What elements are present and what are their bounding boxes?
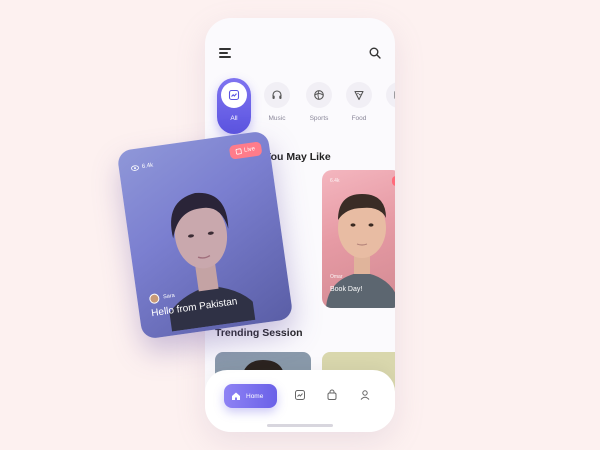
category-sports[interactable]: Sports <box>302 78 336 134</box>
search-icon[interactable] <box>369 47 381 59</box>
home-indicator <box>267 424 333 427</box>
pizza-icon <box>346 82 372 108</box>
trending-icon <box>295 390 305 400</box>
shopping-bag-icon <box>327 389 337 400</box>
menu-icon[interactable] <box>219 48 231 58</box>
avatar <box>148 293 161 305</box>
host-name: Sara <box>162 292 176 301</box>
view-count: 6.4k <box>131 163 154 172</box>
eye-icon <box>131 165 139 171</box>
headphones-icon <box>264 82 290 108</box>
home-icon <box>232 392 240 400</box>
host-name: Omar <box>330 274 343 280</box>
trending-tab[interactable] <box>293 388 307 402</box>
home-tab[interactable]: Home <box>224 384 277 408</box>
news-icon <box>386 82 395 108</box>
user-icon <box>360 390 370 400</box>
category-label: Ne <box>372 115 396 122</box>
bottom-nav: Home <box>205 370 395 432</box>
live-icon <box>236 148 243 155</box>
trending-title: Trending Session <box>215 327 303 339</box>
home-label: Home <box>246 392 264 400</box>
featured-live-card[interactable]: 6.4k Live Sara Hello from Pakistan <box>116 130 294 340</box>
bag-tab[interactable] <box>325 388 339 402</box>
trending-icon <box>221 82 247 108</box>
category-news[interactable]: Ne <box>382 78 395 134</box>
live-badge <box>392 176 395 186</box>
live-badge: Live <box>228 141 263 160</box>
profile-tab[interactable] <box>358 388 372 402</box>
view-count: 6.4k <box>330 178 340 184</box>
ball-icon <box>306 82 332 108</box>
session-caption: Book Day! <box>330 286 363 293</box>
category-bar: All Music Sports Food Ne <box>217 78 395 134</box>
category-all[interactable]: All <box>217 78 251 134</box>
session-card[interactable]: 6.4k Omar Book Day! <box>322 170 395 308</box>
live-label: Live <box>243 146 256 154</box>
view-count-value: 6.4k <box>141 162 154 171</box>
category-music[interactable]: Music <box>260 78 294 134</box>
category-food[interactable]: Food <box>342 78 376 134</box>
